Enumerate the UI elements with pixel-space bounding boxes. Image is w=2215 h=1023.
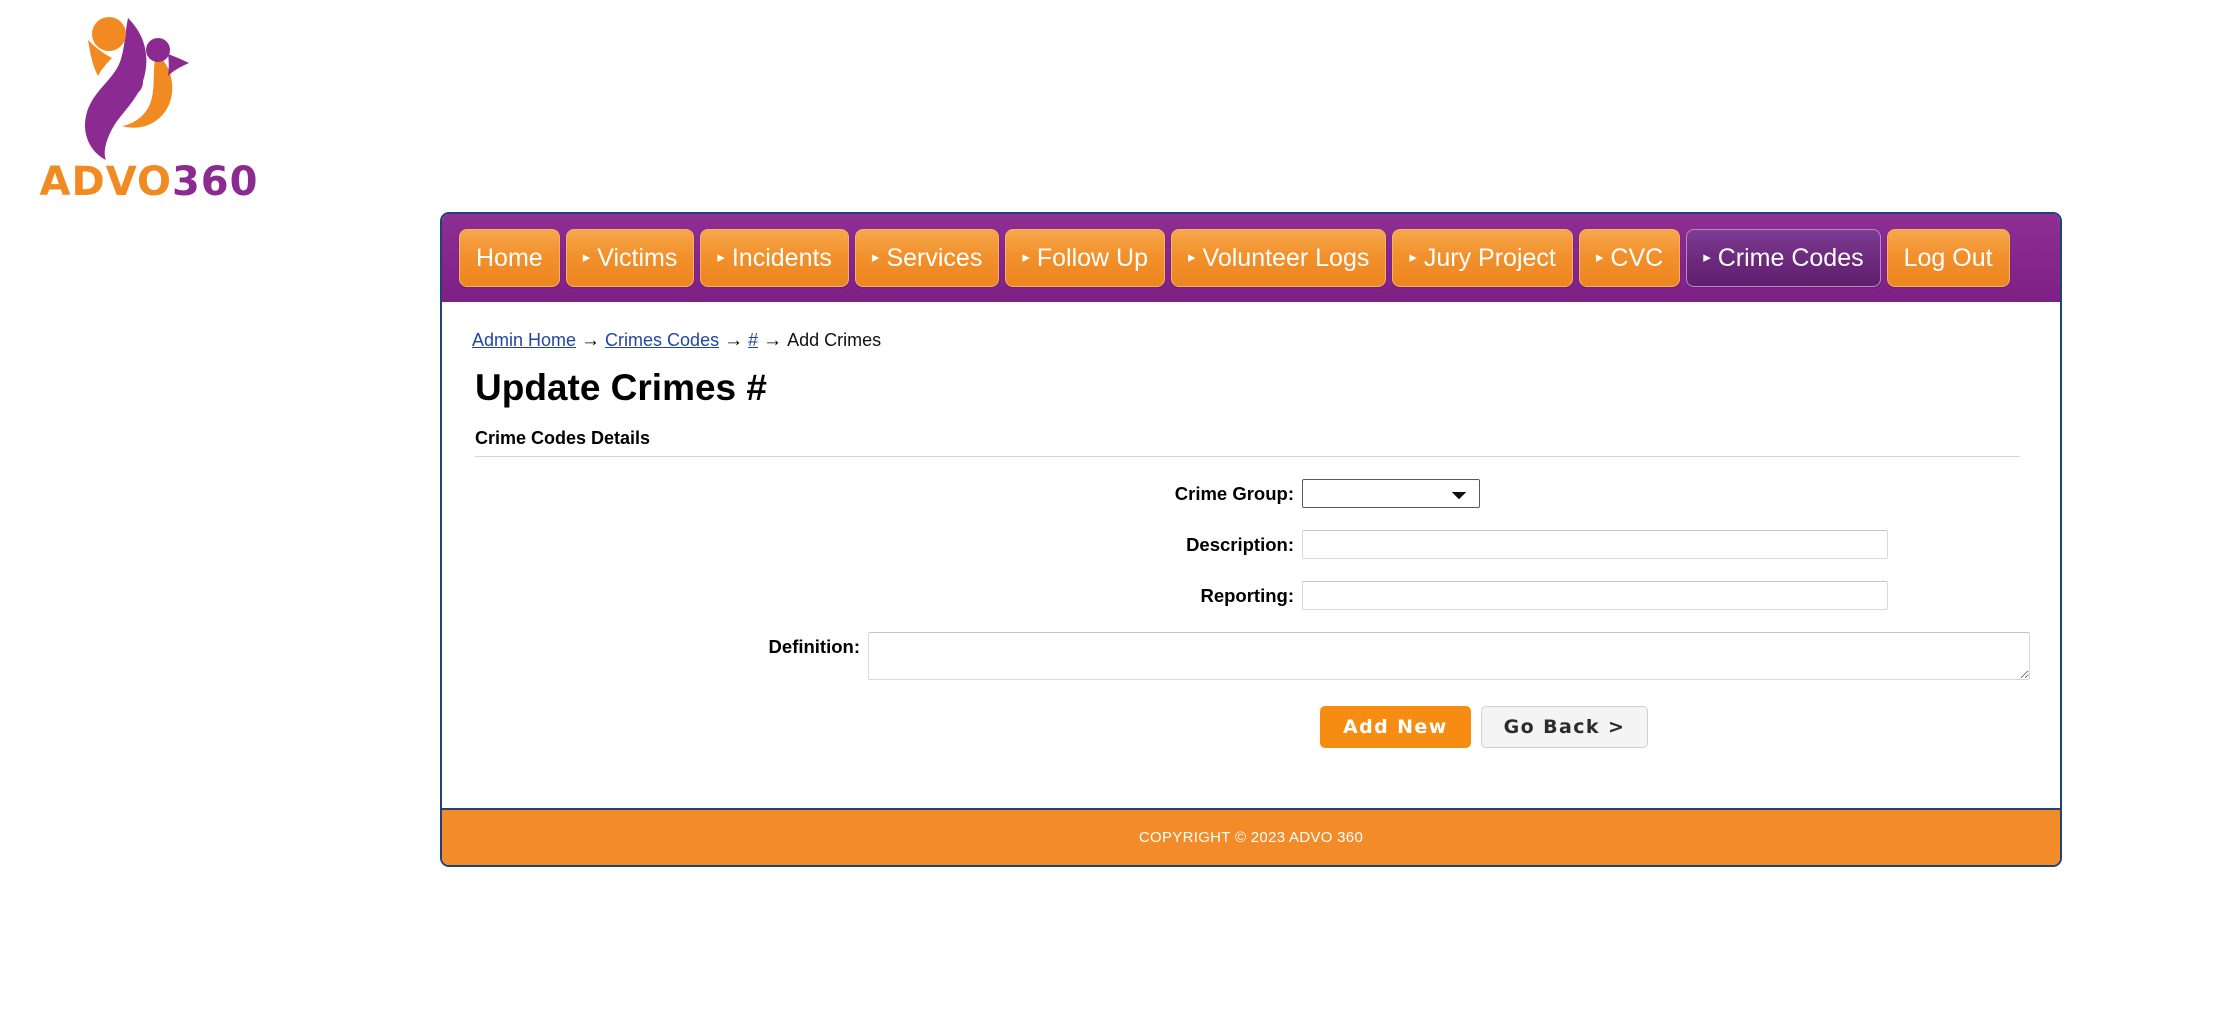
logo-word-360: 360: [171, 159, 259, 205]
form-actions: Add New Go Back >: [1320, 706, 2030, 748]
nav-item-label: Home: [476, 243, 543, 272]
breadcrumb-item-3[interactable]: #: [748, 330, 758, 350]
nav-item-label: Log Out: [1903, 243, 1993, 272]
caret-right-icon: ▸: [1188, 248, 1196, 266]
nav-item-label: Victims: [597, 243, 678, 272]
breadcrumb-arrow-icon: →: [724, 330, 744, 351]
caret-right-icon: ▸: [717, 248, 725, 266]
description-label: Description:: [1186, 534, 1294, 555]
nav-item-volunteer-logs[interactable]: ▸ Volunteer Logs: [1171, 229, 1387, 287]
breadcrumb-item-4: Add Crimes: [787, 330, 882, 350]
logo-word-advo: ADVO: [39, 159, 172, 205]
main-navigation: Home ▸ Victims ▸ Incidents ▸ Services ▸ Follow U…: [442, 214, 2060, 302]
advo360-logo-icon: [84, 17, 189, 160]
nav-item-label: Services: [886, 243, 983, 272]
caret-right-icon: ▸: [582, 248, 591, 266]
nav-item-services[interactable]: ▸ Services: [854, 229, 1000, 287]
caret-right-icon: ▸: [1022, 248, 1030, 266]
breadcrumb-arrow-icon: →: [581, 330, 601, 351]
nav-item-follow-up[interactable]: ▸ Follow Up: [1005, 229, 1166, 287]
app-container: Home ▸ Victims ▸ Incidents ▸ Services ▸ Follow U…: [440, 212, 2062, 867]
definition-textarea[interactable]: [868, 632, 2030, 680]
crime-codes-form: Crime Group: Description: Reporting: Def…: [472, 457, 2030, 748]
crime-group-select[interactable]: [1302, 479, 1480, 508]
nav-item-label: Jury Project: [1423, 243, 1556, 272]
form-row-crime-group: Crime Group:: [472, 479, 2030, 509]
page-content: Admin Home → Crimes Codes → # → Add Crimes Upd…: [442, 302, 2060, 812]
caret-right-icon: ▸: [1595, 248, 1604, 266]
breadcrumb: Admin Home → Crimes Codes → # → Add Crimes: [472, 328, 2030, 353]
description-input[interactable]: [1302, 530, 1888, 559]
reporting-input[interactable]: [1302, 581, 1888, 610]
section-legend: Crime Codes Details: [475, 428, 651, 448]
form-row-definition: Definition:: [472, 632, 2030, 680]
caret-right-icon: ▸: [1409, 248, 1417, 266]
nav-item-victims[interactable]: ▸ Victims: [565, 229, 695, 287]
breadcrumb-item-2[interactable]: Crimes Codes: [605, 330, 719, 350]
nav-item-label: CVC: [1610, 243, 1664, 272]
breadcrumb-arrow-icon: →: [763, 330, 783, 351]
reporting-label: Reporting:: [1200, 585, 1294, 606]
caret-right-icon: ▸: [871, 248, 880, 266]
crime-group-label: Crime Group:: [1174, 483, 1294, 504]
add-new-button[interactable]: Add New: [1320, 706, 1471, 748]
form-row-description: Description:: [472, 530, 2030, 560]
form-row-reporting: Reporting:: [472, 581, 2030, 611]
nav-item-label: Follow Up: [1036, 243, 1149, 272]
nav-item-label: Crime Codes: [1717, 243, 1864, 272]
logo-wordmark: ADVO360: [18, 160, 280, 204]
nav-item-jury-project[interactable]: ▸ Jury Project: [1392, 229, 1573, 287]
breadcrumb-item-1[interactable]: Admin Home: [472, 330, 576, 350]
page-footer: COPYRIGHT © 2023 ADVO 360: [442, 808, 2060, 865]
nav-item-label: Incidents: [731, 243, 832, 272]
nav-item-cvc[interactable]: ▸ CVC: [1578, 229, 1681, 287]
site-logo: ADVO360: [18, 8, 278, 208]
nav-item-log-out[interactable]: Log Out: [1886, 229, 2010, 287]
nav-item-home[interactable]: Home: [459, 229, 560, 287]
caret-right-icon: ▸: [1703, 248, 1711, 266]
page-title: Update Crimes #: [475, 367, 767, 408]
nav-item-label: Volunteer Logs: [1202, 243, 1370, 272]
go-back-button[interactable]: Go Back >: [1480, 706, 1649, 748]
nav-item-crime-codes[interactable]: ▸ Crime Codes: [1686, 229, 1881, 287]
copyright-text: COPYRIGHT © 2023 ADVO 360: [1138, 829, 1364, 846]
definition-label: Definition:: [768, 636, 860, 657]
nav-item-incidents[interactable]: ▸ Incidents: [700, 229, 849, 287]
